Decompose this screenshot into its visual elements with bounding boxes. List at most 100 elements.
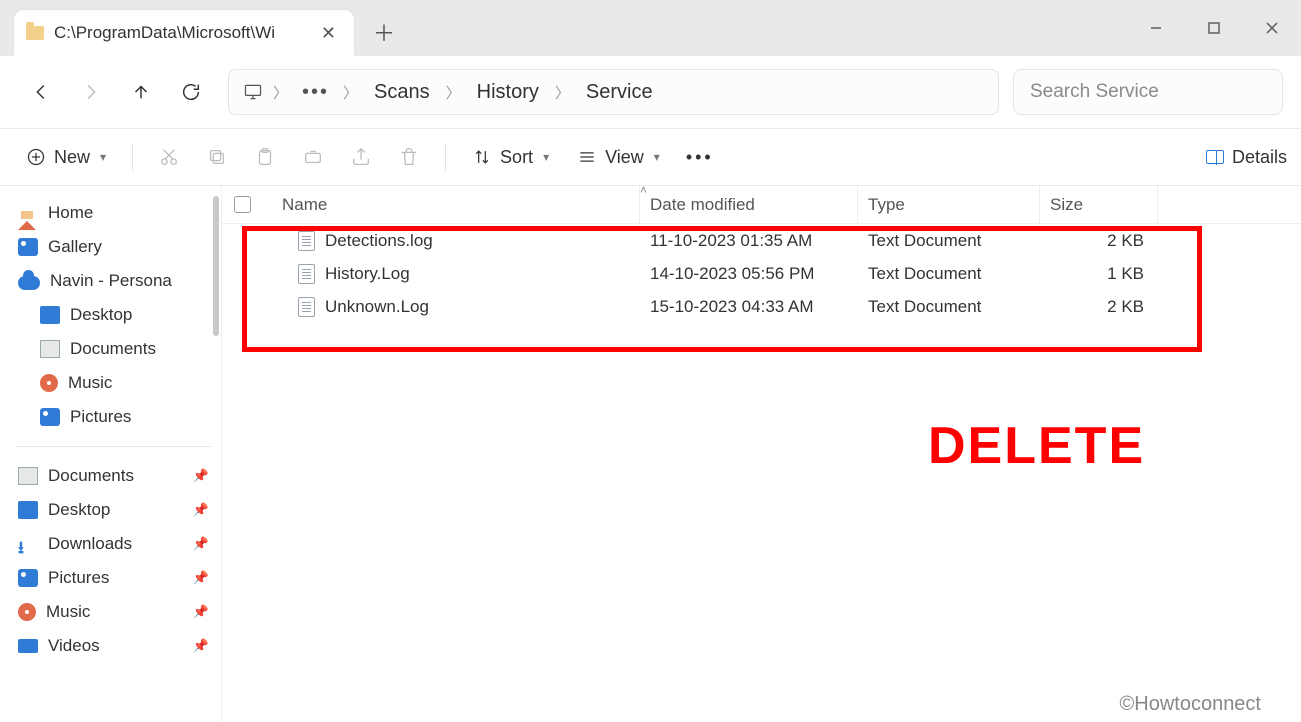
command-bar: New ▾ Sort ▾ View ▾ ••• Details <box>0 128 1301 186</box>
column-header-name[interactable]: Name <box>272 186 640 223</box>
sidebar-item-pictures[interactable]: Pictures <box>10 400 217 434</box>
monitor-icon <box>243 82 263 102</box>
sidebar-item-label: Videos <box>48 636 100 656</box>
file-name: History.Log <box>325 264 410 284</box>
table-row[interactable]: Unknown.Log15-10-2023 04:33 AMText Docum… <box>222 290 1301 323</box>
sidebar-item-gallery[interactable]: Gallery <box>10 230 217 264</box>
new-button[interactable]: New ▾ <box>14 141 118 174</box>
sidebar-quick-music[interactable]: Music 📌 <box>10 595 217 629</box>
sidebar-item-onedrive[interactable]: Navin - Persona <box>10 264 217 298</box>
sidebar-quick-desktop[interactable]: Desktop📌 <box>10 493 217 527</box>
details-pane-label: Details <box>1232 147 1287 168</box>
view-button-label: View <box>605 147 644 168</box>
sort-button-label: Sort <box>500 147 533 168</box>
titlebar: C:\ProgramData\Microsoft\Wi ✕ ＋ <box>0 0 1301 56</box>
sidebar-item-label: Desktop <box>70 305 132 325</box>
annotation-delete-label: DELETE <box>928 416 1145 476</box>
file-date: 11-10-2023 01:35 AM <box>640 231 858 251</box>
sidebar-item-label: Home <box>48 203 93 223</box>
table-row[interactable]: Detections.log 11-10-2023 01:35 AMText Do… <box>222 224 1301 257</box>
sidebar-item-label: Gallery <box>48 237 102 257</box>
file-list: ˄ Name Date modified Type Size Detection… <box>222 186 1301 722</box>
sidebar-quick-videos[interactable]: Videos 📌 <box>10 629 217 663</box>
watermark: ©Howtoconnect <box>1120 693 1261 716</box>
up-button[interactable] <box>118 69 164 115</box>
sidebar-item-documents[interactable]: Documents <box>10 332 217 366</box>
sidebar-item-label: Pictures <box>70 407 131 427</box>
sidebar-item-label: Desktop <box>48 500 110 520</box>
close-tab-button[interactable]: ✕ <box>317 19 340 48</box>
separator <box>445 143 446 171</box>
sidebar-item-label: Music <box>46 602 90 622</box>
breadcrumb-item[interactable]: History <box>471 79 545 106</box>
sidebar-item-desktop[interactable]: Desktop <box>10 298 217 332</box>
sidebar-quick-downloads[interactable]: ⭳ Downloads 📌 <box>10 527 217 561</box>
download-icon: ⭳ <box>18 535 38 553</box>
rename-button[interactable] <box>291 137 335 177</box>
chevron-right-icon: 〉 <box>269 82 292 103</box>
folder-icon <box>18 639 38 653</box>
view-button[interactable]: View ▾ <box>565 141 672 174</box>
file-size: 2 KB <box>1040 297 1158 317</box>
chevron-down-icon: ▾ <box>654 150 660 164</box>
music-icon <box>40 374 58 392</box>
pin-icon: 📌 <box>193 604 209 620</box>
sidebar-item-label: Navin - Persona <box>50 271 172 291</box>
address-bar: 〉 ••• 〉 Scans 〉 History 〉 Service <box>0 56 1301 128</box>
close-window-button[interactable] <box>1243 0 1301 56</box>
new-tab-button[interactable]: ＋ <box>364 12 404 52</box>
sidebar-quick-documents[interactable]: Documents📌 <box>10 459 217 493</box>
maximize-button[interactable] <box>1185 0 1243 56</box>
forward-button[interactable] <box>68 69 114 115</box>
pin-icon: 📌 <box>193 536 209 552</box>
details-pane-icon <box>1206 150 1224 164</box>
tab-title: C:\ProgramData\Microsoft\Wi <box>54 23 275 43</box>
sidebar-item-label: Documents <box>70 339 156 359</box>
paste-button[interactable] <box>243 137 287 177</box>
column-header-size[interactable]: Size <box>1040 186 1158 223</box>
back-button[interactable] <box>18 69 64 115</box>
document-icon <box>40 340 60 358</box>
cut-button[interactable] <box>147 137 191 177</box>
desktop-icon <box>18 501 38 519</box>
column-header-date[interactable]: Date modified <box>640 186 858 223</box>
file-name: Detections.log <box>325 231 433 251</box>
sidebar-quick-pictures[interactable]: Pictures📌 <box>10 561 217 595</box>
delete-button[interactable] <box>387 137 431 177</box>
sidebar-item-label: Downloads <box>48 534 132 554</box>
more-button[interactable]: ••• <box>676 141 724 174</box>
copy-button[interactable] <box>195 137 239 177</box>
refresh-button[interactable] <box>168 69 214 115</box>
table-row[interactable]: History.Log14-10-2023 05:56 PMText Docum… <box>222 257 1301 290</box>
details-pane-button[interactable]: Details <box>1206 147 1287 168</box>
navigation-pane: Home Gallery Navin - Persona Desktop Doc… <box>0 186 222 722</box>
sidebar-item-music[interactable]: Music <box>10 366 217 400</box>
music-icon <box>18 603 36 621</box>
minimize-button[interactable] <box>1127 0 1185 56</box>
sidebar-item-home[interactable]: Home <box>10 196 217 230</box>
picture-icon <box>18 569 38 587</box>
pin-icon: 📌 <box>193 570 209 586</box>
breadcrumb-item[interactable]: Scans <box>368 79 436 106</box>
new-button-label: New <box>54 147 90 168</box>
sort-button[interactable]: Sort ▾ <box>460 141 561 174</box>
separator <box>16 446 211 447</box>
pin-icon: 📌 <box>193 638 209 654</box>
search-input[interactable] <box>1028 80 1268 104</box>
browser-tab[interactable]: C:\ProgramData\Microsoft\Wi ✕ <box>14 10 354 56</box>
text-file-icon <box>298 297 315 317</box>
sidebar-item-label: Documents <box>48 466 134 486</box>
document-icon <box>18 467 38 485</box>
search-box[interactable] <box>1013 69 1283 115</box>
desktop-icon <box>40 306 60 324</box>
share-button[interactable] <box>339 137 383 177</box>
separator <box>132 143 133 171</box>
text-file-icon <box>298 231 315 251</box>
column-header-type[interactable]: Type <box>858 186 1040 223</box>
breadcrumb[interactable]: 〉 ••• 〉 Scans 〉 History 〉 Service <box>228 69 999 115</box>
breadcrumb-item-current[interactable]: Service <box>580 79 659 106</box>
chevron-right-icon: 〉 <box>339 82 362 103</box>
breadcrumb-overflow[interactable]: ••• <box>298 81 333 104</box>
file-type: Text Document <box>858 231 1040 251</box>
select-all-checkbox[interactable] <box>234 186 272 223</box>
